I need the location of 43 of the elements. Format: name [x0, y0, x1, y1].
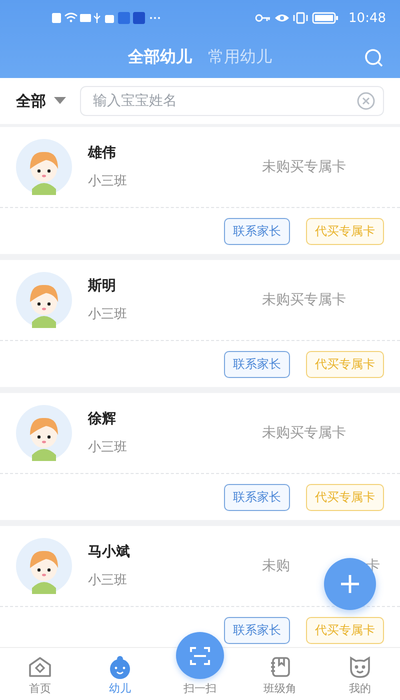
card-status: 未购买专属卡 — [262, 158, 346, 176]
child-card[interactable]: 斯明 小三班 未购买专属卡 联系家长 代买专属卡 — [0, 260, 400, 387]
home-icon — [27, 655, 53, 679]
child-name: 徐辉 — [88, 410, 117, 428]
child-name: 雄伟 — [88, 144, 117, 162]
clear-icon[interactable] — [356, 91, 376, 111]
class-name: 小三班 — [88, 173, 128, 190]
buy-card-button[interactable]: 代买专属卡 — [306, 350, 384, 378]
contact-parent-button[interactable]: 联系家长 — [224, 218, 290, 244]
tab-bar-item[interactable]: 幼儿 — [80, 648, 160, 700]
child-name: 斯明 — [88, 277, 117, 295]
card-status: 未购 — [262, 557, 290, 575]
class-name: 小三班 — [88, 306, 128, 323]
status-time: 10:48 — [348, 10, 386, 26]
child-card[interactable]: 雄伟 小三班 未购买专属卡 联系家长 代买专属卡 — [0, 127, 400, 254]
buy-card-button[interactable]: 代买专属卡 — [306, 218, 384, 244]
child-avatar-icon — [16, 538, 72, 594]
child-avatar-icon — [16, 405, 72, 461]
plus-icon — [339, 573, 361, 595]
tab-bar-item[interactable]: 我的 — [320, 648, 400, 700]
header-tab[interactable]: 全部幼儿 — [128, 42, 192, 72]
header-tab[interactable]: 常用幼儿 — [208, 42, 272, 72]
card-status: 未购买专属卡 — [262, 291, 346, 309]
tab-bar-item[interactable]: 首页 — [0, 648, 80, 700]
contact-parent-button[interactable]: 联系家长 — [224, 484, 290, 510]
child-name: 马小斌 — [88, 543, 131, 561]
smiley-icon — [347, 655, 373, 679]
contact-parent-button[interactable]: 联系家长 — [224, 616, 290, 644]
search-field[interactable]: 输入宝宝姓名 — [80, 86, 384, 116]
buy-card-button[interactable]: 代买专属卡 — [306, 484, 384, 510]
search-icon[interactable] — [364, 48, 384, 68]
class-name: 小三班 — [88, 439, 128, 456]
contact-parent-button[interactable]: 联系家长 — [224, 350, 290, 378]
card-status: 未购买专属卡 — [262, 424, 346, 442]
tab-bar-item[interactable]: 班级角 — [240, 648, 320, 700]
dropdown-caret-icon — [54, 97, 66, 105]
category-dropdown[interactable]: 全部 — [16, 92, 66, 110]
child-card[interactable]: 徐辉 小三班 未购买专属卡 联系家长 代买专属卡 — [0, 393, 400, 520]
class-name: 小三班 — [88, 572, 128, 589]
child-avatar-icon — [16, 272, 72, 328]
notebook-icon — [268, 655, 292, 679]
buy-card-button[interactable]: 代买专属卡 — [306, 616, 384, 644]
child-avatar-icon — [16, 139, 72, 195]
